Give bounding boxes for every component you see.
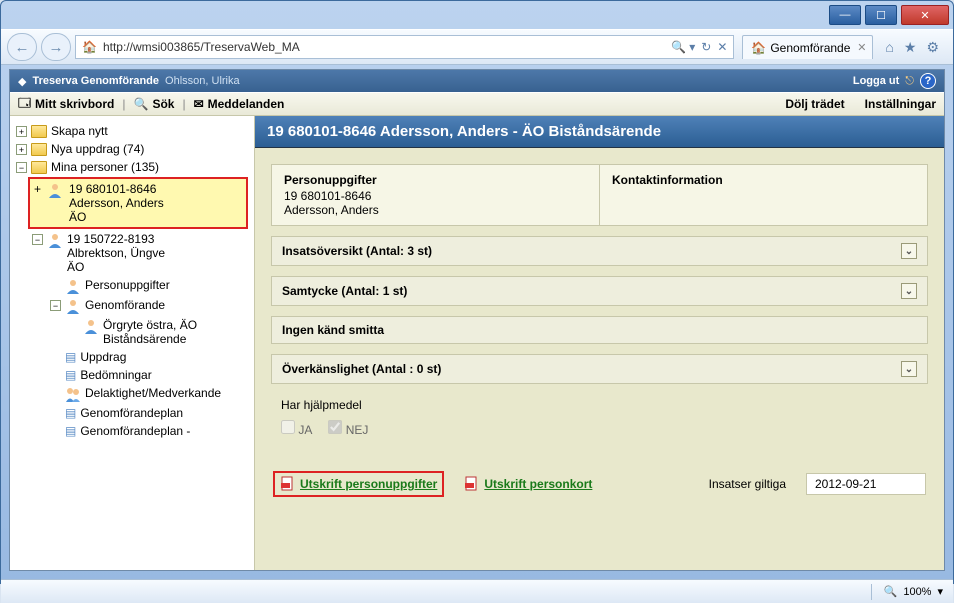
aid-label: Har hjälpmedel: [281, 398, 918, 412]
document-icon: ▤: [65, 424, 76, 438]
accordion-overkanslighet[interactable]: Överkänslighet (Antal : 0 st) ⌄: [271, 354, 928, 384]
expand-icon[interactable]: +: [16, 126, 27, 137]
valid-label: Insatser giltiga: [709, 477, 786, 491]
messages-icon: ✉: [194, 97, 204, 111]
people-icon: [65, 386, 81, 402]
app-title: Treserva Genomförande: [32, 75, 159, 87]
folder-icon: [31, 143, 47, 156]
folder-icon: [31, 161, 47, 174]
desktop-icon: 🗔: [18, 94, 31, 115]
expand-icon[interactable]: +: [16, 144, 27, 155]
aid-yes-option[interactable]: JA: [281, 420, 312, 437]
aid-section: Har hjälpmedel JA NEJ: [271, 392, 928, 443]
zoom-icon[interactable]: 🔍: [884, 585, 898, 598]
kontakt-cell: Kontaktinformation: [599, 165, 927, 225]
pdf-icon: [280, 476, 296, 492]
search-icon: 🔍: [133, 97, 148, 111]
aid-yes-checkbox[interactable]: [281, 420, 295, 434]
person-icon: [83, 318, 99, 334]
minimize-button[interactable]: —: [829, 5, 861, 25]
main-toolbar: 🗔 Mitt skrivbord | 🔍 Sök | ✉ Meddelanden…: [10, 92, 944, 116]
window-titlebar: — ☐ ✕: [1, 1, 953, 29]
toolbar-desktop[interactable]: Mitt skrivbord: [35, 97, 114, 111]
collapse-icon[interactable]: −: [50, 300, 61, 311]
document-icon: ▤: [65, 350, 76, 364]
person-icon: [65, 298, 81, 314]
aid-no-option[interactable]: NEJ: [328, 420, 368, 437]
logout-link[interactable]: Logga ut: [853, 75, 899, 87]
tree-delaktighet[interactable]: Delaktighet/Medverkande: [12, 384, 252, 404]
person-icon: [47, 182, 63, 198]
favicon-icon: 🏠: [82, 40, 97, 54]
collapse-icon[interactable]: −: [16, 162, 27, 173]
search-icon[interactable]: 🔍 ▾: [671, 40, 695, 54]
main-pane: 19 680101-8646 Adersson, Anders - ÄO Bis…: [255, 116, 944, 570]
page-title: 19 680101-8646 Adersson, Anders - ÄO Bis…: [255, 116, 944, 148]
help-icon[interactable]: ?: [920, 73, 936, 89]
forward-button[interactable]: →: [41, 33, 71, 61]
collapse-icon[interactable]: −: [32, 234, 43, 245]
logout-icon[interactable]: ⎋: [905, 75, 914, 88]
actions-row: Utskrift personuppgifter Utskrift person…: [271, 471, 928, 497]
tab-title: Genomförande: [770, 41, 850, 55]
accordion-insats[interactable]: Insatsöversikt (Antal: 3 st) ⌄: [271, 236, 928, 266]
person-icon: [47, 232, 63, 248]
pdf-icon: [464, 476, 480, 492]
tree-create-new[interactable]: + Skapa nytt: [12, 122, 252, 140]
browser-toolbar: ← → 🏠 http://wmsi003865/TreservaWeb_MA 🔍…: [1, 29, 953, 65]
person-icon: [65, 278, 81, 294]
tree-person-selected[interactable]: + 19 680101-8646 Adersson, Anders ÄO: [28, 177, 248, 229]
address-bar[interactable]: 🏠 http://wmsi003865/TreservaWeb_MA 🔍 ▾ ↻…: [75, 35, 734, 59]
toolbar-search[interactable]: Sök: [152, 97, 174, 111]
tree-pane[interactable]: + Skapa nytt + Nya uppdrag (74) − Mina p…: [10, 116, 255, 570]
accordion-samtycke[interactable]: Samtycke (Antal: 1 st) ⌄: [271, 276, 928, 306]
tree-bedomningar[interactable]: ▤ Bedömningar: [12, 366, 252, 384]
tree-orgryte[interactable]: Örgryte östra, ÄO Biståndsärende: [12, 316, 252, 348]
folder-icon: [31, 125, 47, 138]
tools-gear-icon[interactable]: ⚙: [926, 39, 939, 56]
tree-plan-2[interactable]: ▤ Genomförandeplan -: [12, 422, 252, 440]
app-header: ◆ Treserva Genomförande Ohlsson, Ulrika …: [10, 70, 944, 92]
personuppgifter-cell: Personuppgifter 19 680101-8646 Adersson,…: [272, 165, 599, 225]
maximize-button[interactable]: ☐: [865, 5, 897, 25]
toolbar-hide-tree[interactable]: Dölj trädet: [785, 97, 844, 111]
expand-icon[interactable]: +: [34, 182, 41, 196]
zoom-level: 100%: [903, 586, 931, 598]
print-personkort-link[interactable]: Utskrift personkort: [464, 476, 592, 492]
aid-no-checkbox[interactable]: [328, 420, 342, 434]
browser-tab[interactable]: 🏠 Genomförande ✕: [742, 35, 873, 59]
tree-plan[interactable]: ▤ Genomförandeplan: [12, 404, 252, 422]
info-row: Personuppgifter 19 680101-8646 Adersson,…: [271, 164, 928, 226]
toolbar-settings[interactable]: Inställningar: [865, 97, 936, 111]
app-user: Ohlsson, Ulrika: [165, 75, 240, 87]
valid-date-input[interactable]: [806, 473, 926, 495]
url-text: http://wmsi003865/TreservaWeb_MA: [103, 40, 300, 54]
document-icon: ▤: [65, 368, 76, 382]
app-logo-icon: ◆: [18, 75, 26, 88]
chevron-down-icon[interactable]: ⌄: [901, 243, 917, 259]
tree-personuppgifter[interactable]: Personuppgifter: [12, 276, 252, 296]
toolbar-messages[interactable]: Meddelanden: [208, 97, 285, 111]
home-icon[interactable]: ⌂: [885, 39, 893, 56]
tree-uppdrag[interactable]: ▤ Uppdrag: [12, 348, 252, 366]
back-button[interactable]: ←: [7, 33, 37, 61]
tab-close-icon[interactable]: ✕: [857, 41, 866, 54]
document-icon: ▤: [65, 406, 76, 420]
close-button[interactable]: ✕: [901, 5, 949, 25]
favorites-icon[interactable]: ★: [904, 39, 917, 56]
chevron-down-icon[interactable]: ⌄: [901, 361, 917, 377]
browser-status-bar: 🔍 100% ▾: [1, 579, 953, 603]
chevron-down-icon[interactable]: ⌄: [901, 283, 917, 299]
tree-person-2[interactable]: − 19 150722-8193 Albrektson, Üngve ÄO: [12, 230, 252, 276]
print-personuppgifter-link[interactable]: Utskrift personuppgifter: [273, 471, 444, 497]
refresh-icon[interactable]: ↻: [701, 40, 711, 54]
tree-my-persons[interactable]: − Mina personer (135): [12, 158, 252, 176]
accordion-smitta[interactable]: Ingen känd smitta: [271, 316, 928, 344]
zoom-dropdown-icon[interactable]: ▾: [937, 585, 943, 598]
tree-genomforande[interactable]: − Genomförande: [12, 296, 252, 316]
stop-icon[interactable]: ✕: [717, 40, 727, 54]
tree-new-assignments[interactable]: + Nya uppdrag (74): [12, 140, 252, 158]
tab-favicon-icon: 🏠: [751, 41, 766, 55]
